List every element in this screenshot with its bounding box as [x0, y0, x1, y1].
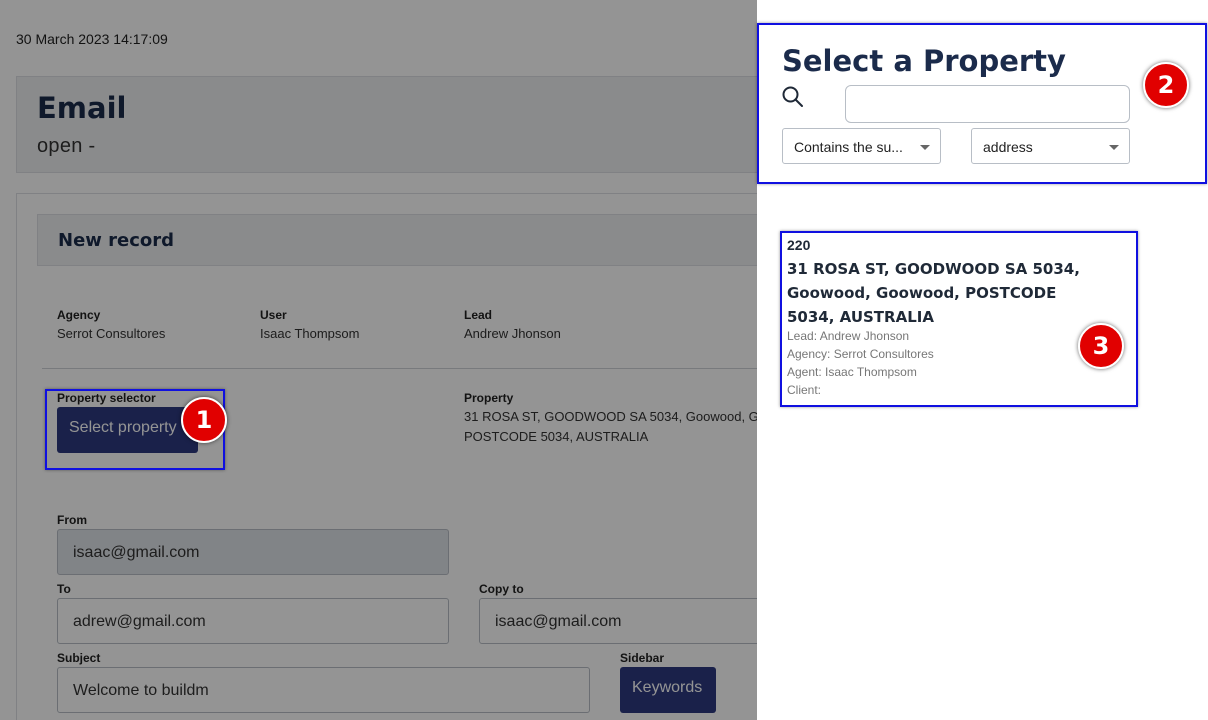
search-input[interactable]: [845, 85, 1130, 123]
annotation-badge-3: 3: [1078, 323, 1124, 369]
annotation-badge-1: 1: [181, 397, 227, 443]
modal-backdrop[interactable]: [0, 0, 757, 720]
search-field-select[interactable]: address: [971, 128, 1130, 164]
match-mode-select[interactable]: Contains the su...: [782, 128, 941, 164]
select-property-panel: Select a Property Contains the su... add…: [757, 0, 1208, 720]
result-client: Client:: [787, 383, 822, 397]
result-lead: Lead: Andrew Jhonson: [787, 329, 910, 343]
result-id: 220: [787, 237, 811, 253]
caret-down-icon: [1109, 145, 1119, 150]
result-agency: Agency: Serrot Consultores: [787, 347, 934, 361]
search-field-value: address: [983, 139, 1033, 155]
property-result-item[interactable]: 220 31 ROSA ST, GOODWOOD SA 5034, Goowoo…: [780, 231, 1136, 406]
caret-down-icon: [920, 145, 930, 150]
result-agent: Agent: Isaac Thompsom: [787, 365, 917, 379]
panel-title: Select a Property: [782, 44, 1066, 78]
result-address: 31 ROSA ST, GOODWOOD SA 5034, Goowood, G…: [787, 260, 1080, 326]
match-mode-value: Contains the su...: [794, 139, 903, 155]
annotation-badge-2: 2: [1143, 62, 1189, 108]
search-icon: [782, 86, 803, 107]
